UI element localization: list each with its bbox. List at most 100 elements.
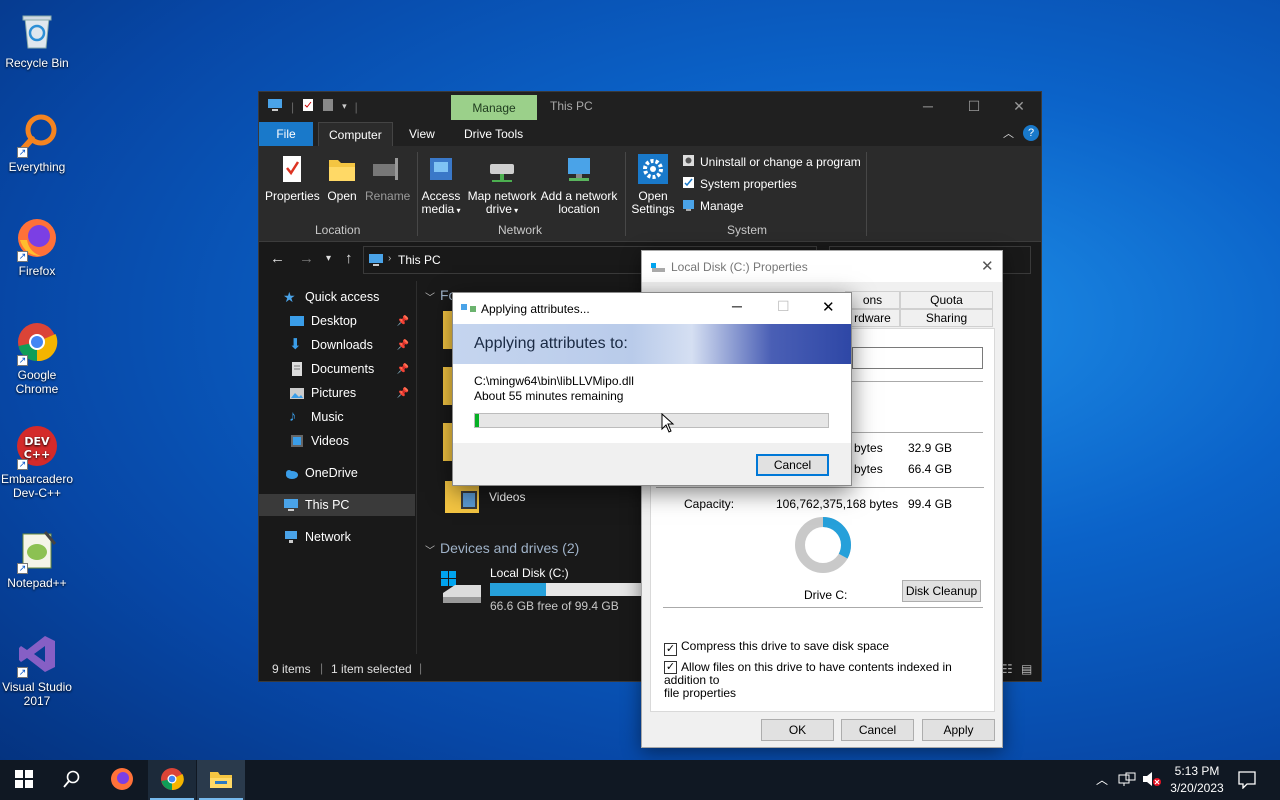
pin-icon[interactable]: 📌	[397, 340, 409, 351]
taskbar-file-explorer[interactable]	[197, 760, 245, 800]
maximize-button[interactable]: ☐	[951, 92, 997, 120]
windows-logo-icon	[15, 769, 33, 791]
open-settings-button[interactable]: Open Settings	[630, 154, 676, 216]
desktop-icon-devcpp[interactable]: DEV C++ ↗ Embarcadero Dev-C++	[0, 424, 74, 500]
manage-context-tab[interactable]: Manage	[451, 95, 537, 121]
desktop-icon-everything[interactable]: ↗ Everything	[0, 112, 74, 174]
up-arrow-icon[interactable]: ↑	[345, 250, 353, 267]
network-status-icon[interactable]	[1118, 772, 1136, 800]
nav-desktop[interactable]: Desktop 📌	[259, 310, 415, 332]
minimize-button[interactable]: ─	[732, 298, 742, 314]
help-icon[interactable]: ?	[1023, 125, 1039, 141]
drive-c-icon[interactable]	[439, 567, 483, 607]
capacity-label: Capacity:	[684, 497, 735, 511]
tab-previous-versions-partial[interactable]: ons	[845, 291, 900, 309]
forward-arrow-icon[interactable]: →	[299, 250, 314, 267]
collapse-chevron-icon[interactable]: ﹀	[425, 542, 435, 557]
manage-button[interactable]: Manage	[682, 198, 743, 214]
folder-label-videos[interactable]: Videos	[489, 490, 525, 504]
desktop-icon-recycle-bin[interactable]: Recycle Bin	[0, 8, 74, 70]
nav-downloads[interactable]: ⬇ Downloads 📌	[259, 334, 415, 356]
desktop-icon-chrome[interactable]: ↗ Google Chrome	[0, 320, 74, 396]
access-media-button[interactable]: Access media ▾	[421, 154, 461, 217]
nav-this-pc[interactable]: This PC	[259, 494, 415, 516]
properties-qat-icon[interactable]	[302, 98, 314, 115]
desktop-icon-visual-studio[interactable]: ↗ Visual Studio 2017	[0, 632, 74, 708]
collapse-ribbon-icon[interactable]: ︿	[1003, 125, 1014, 141]
drive-c-name[interactable]: Local Disk (C:)	[490, 566, 569, 580]
large-icons-view-icon[interactable]: ▤	[1021, 662, 1032, 676]
close-button[interactable]: ✕	[822, 298, 835, 316]
volume-label-input[interactable]	[852, 347, 983, 369]
nav-onedrive[interactable]: OneDrive	[259, 462, 415, 484]
close-button[interactable]: ✕	[981, 257, 994, 275]
details-view-icon[interactable]: ☷	[1002, 662, 1013, 676]
nav-documents[interactable]: Documents 📌	[259, 358, 415, 380]
system-properties-button[interactable]: System properties	[682, 176, 797, 192]
tab-computer[interactable]: Computer	[318, 122, 393, 146]
ok-button[interactable]: OK	[761, 719, 834, 741]
cancel-button[interactable]: Cancel	[756, 454, 829, 476]
minimize-button[interactable]: ─	[905, 92, 951, 120]
nav-music[interactable]: ♪ Music	[259, 406, 415, 428]
computer-icon	[283, 497, 299, 513]
pane-splitter[interactable]	[416, 281, 417, 654]
add-network-location-button[interactable]: Add a network location	[540, 154, 618, 216]
shortcut-arrow-icon: ↗	[17, 459, 28, 470]
apply-button[interactable]: Apply	[922, 719, 995, 741]
new-folder-qat-icon[interactable]	[322, 98, 334, 115]
show-hidden-icons-chevron[interactable]: ︿	[1096, 771, 1108, 800]
settings-gear-icon	[637, 154, 669, 184]
devices-header[interactable]: Devices and drives (2)	[440, 540, 579, 556]
pin-icon[interactable]: 📌	[397, 364, 409, 375]
tab-file[interactable]: File	[259, 122, 313, 146]
cancel-button[interactable]: Cancel	[841, 719, 914, 741]
back-arrow-icon[interactable]: ←	[270, 250, 285, 267]
search-button[interactable]	[48, 760, 96, 800]
maximize-button[interactable]: ☐	[777, 298, 790, 315]
shortcut-arrow-icon: ↗	[17, 563, 28, 574]
search-icon	[63, 770, 81, 791]
close-button[interactable]: ✕	[996, 92, 1042, 120]
breadcrumb-this-pc[interactable]: This PC	[398, 253, 441, 267]
pin-icon[interactable]: 📌	[397, 316, 409, 327]
recent-locations-icon[interactable]: ▾	[326, 253, 331, 264]
taskbar-firefox[interactable]	[98, 760, 146, 800]
applying-body: C:\mingw64\bin\libLLVMipo.dll About 55 m…	[453, 364, 851, 443]
index-option[interactable]: ✓ Allow files on this drive to have cont…	[664, 661, 994, 700]
disk-cleanup-button[interactable]: Disk Cleanup	[902, 580, 981, 602]
svg-text:DEV: DEV	[24, 435, 50, 448]
map-network-drive-button[interactable]: Map network drive ▾	[465, 154, 539, 217]
volume-muted-icon[interactable]	[1142, 771, 1162, 800]
clock-date[interactable]: 3/20/2023	[1166, 781, 1228, 800]
tab-view[interactable]: View	[399, 122, 445, 146]
desktop-icon-firefox[interactable]: ↗ Firefox	[0, 216, 74, 278]
pin-icon[interactable]: 📌	[397, 388, 409, 399]
rename-button[interactable]: Rename	[365, 154, 410, 203]
tab-hardware-partial[interactable]: rdware	[845, 309, 900, 327]
tab-quota[interactable]: Quota	[900, 291, 993, 309]
tab-sharing[interactable]: Sharing	[900, 309, 993, 327]
nav-network[interactable]: Network	[259, 526, 415, 548]
uninstall-program-button[interactable]: Uninstall or change a program	[682, 154, 861, 170]
taskbar-chrome[interactable]	[148, 760, 196, 800]
compress-checkbox[interactable]: ✓	[664, 643, 677, 656]
action-center-icon[interactable]	[1238, 771, 1256, 800]
properties-button[interactable]: Properties	[265, 154, 320, 203]
collapse-chevron-icon[interactable]: ﹀	[425, 289, 435, 304]
download-arrow-icon: ⬇	[289, 336, 302, 353]
applying-banner: Applying attributes to:	[453, 324, 851, 364]
compress-option[interactable]: ✓ Compress this drive to save disk space	[664, 639, 889, 656]
uninstall-icon	[682, 154, 695, 170]
applying-file-path: C:\mingw64\bin\libLLVMipo.dll	[474, 374, 634, 388]
tab-drive-tools[interactable]: Drive Tools	[454, 122, 533, 146]
nav-videos[interactable]: Videos	[259, 430, 415, 452]
group-label-network: Network	[498, 223, 543, 237]
nav-pictures[interactable]: Pictures 📌	[259, 382, 415, 404]
start-button[interactable]	[0, 760, 48, 800]
nav-quick-access[interactable]: ★ Quick access	[259, 286, 415, 308]
desktop-icon-notepadpp[interactable]: ↗ Notepad++	[0, 528, 74, 590]
open-button[interactable]: Open	[323, 154, 361, 203]
folder-icon	[209, 769, 233, 792]
customize-qat-icon[interactable]: ▾	[342, 101, 347, 112]
